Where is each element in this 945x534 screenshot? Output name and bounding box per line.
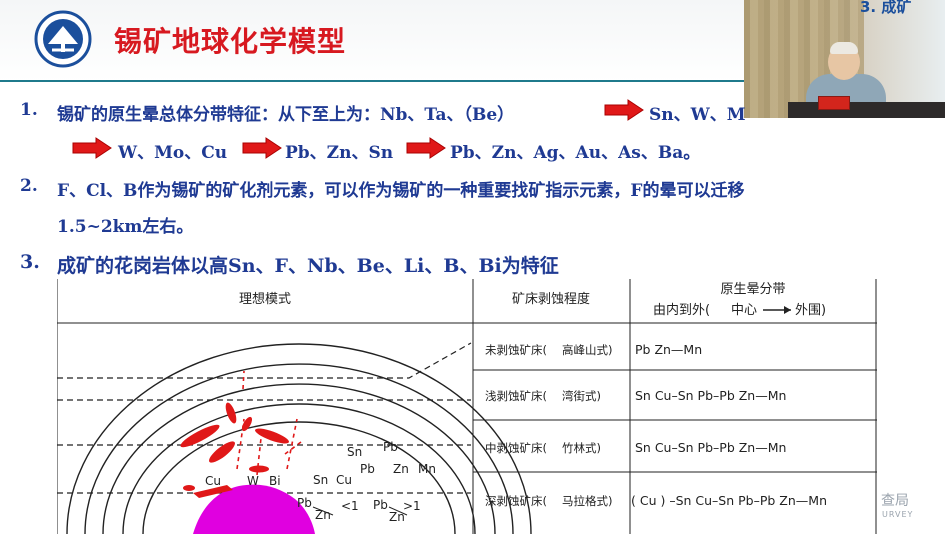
watermark-subtext: URVEY (882, 510, 914, 519)
row-3-erosion: 中剥蚀矿床( (485, 441, 547, 455)
right-arrow-icon (604, 99, 644, 121)
row-4-example: 马拉格式) (562, 494, 613, 508)
point-1-sequence-b: W、Mo、Cu (118, 143, 228, 163)
label-w: W (247, 474, 259, 488)
point-3-text: 成矿的花岗岩体以高Sn、F、Nb、Be、Li、B、Bi为特征 (57, 255, 559, 277)
header-erosion: 矿床剥蚀程度 (512, 291, 590, 307)
row-2-example: 湾街式) (562, 389, 601, 403)
row-4-zoning: ( Cu ) –Sn Cu–Sn Pb–Pb Zn—Mn (631, 493, 827, 508)
label-lt-1: <1 (341, 499, 359, 513)
geological-survey-logo (34, 10, 92, 68)
right-arrow-icon (242, 137, 282, 159)
header-zoning-sub-b: 外围) (795, 303, 826, 318)
geochemical-model-figure: 理想模式 矿床剥蚀程度 原生晕分带 由内到外( 中心 外围) 未剥蚀矿床( 高峰… (57, 279, 877, 534)
label-pb-b: Pb (383, 440, 398, 454)
row-1-example: 高峰山式) (562, 343, 613, 357)
row-3-zoning: Sn Cu–Sn Pb–Pb Zn—Mn (635, 440, 786, 455)
point-2-line-2: 1.5~2km左右。 (57, 217, 194, 237)
model-table-svg: 理想模式 矿床剥蚀程度 原生晕分带 由内到外( 中心 外围) 未剥蚀矿床( 高峰… (57, 279, 877, 534)
label-bi: Bi (269, 474, 281, 488)
point-1-lead: 锡矿的原生晕总体分带特征：从下至上为：Nb、Ta、（Be） (57, 105, 515, 125)
header-zoning-sub-center: 中心 (731, 303, 757, 318)
speaker-video-overlay: 3. 成矿 (744, 0, 945, 118)
row-2-erosion: 浅剥蚀矿床( (485, 389, 547, 403)
point-3-number: 3. (20, 251, 40, 273)
point-2-line-1: F、Cl、B作为锡矿的矿化剂元素，可以作为锡矿的一种重要找矿指示元素，F的晕可以… (57, 181, 745, 201)
label-pb-d: Pb (373, 498, 388, 512)
label-zn-a: Zn (393, 462, 409, 476)
point-1-sequence-d: Pb、Zn、Ag、Au、As、Ba。 (450, 143, 701, 163)
speaker-hair (830, 42, 858, 54)
slide-title: 锡矿地球化学模型 (114, 25, 347, 58)
right-arrow-icon (72, 137, 112, 159)
point-1-sequence-c: Pb、Zn、Sn (285, 143, 394, 163)
header-zoning-sub-a: 由内到外( (653, 302, 710, 318)
watermark-text: 查局 (881, 493, 909, 509)
ore-lens-6 (249, 465, 269, 473)
row-3-example: 竹林式) (562, 441, 601, 455)
row-4-erosion: 深剥蚀矿床( (485, 494, 547, 508)
label-cu: Cu (205, 474, 221, 488)
speaker-nameplate (818, 96, 850, 110)
video-screen-text: 3. 成矿 (860, 0, 912, 16)
header-ideal-model: 理想模式 (239, 291, 291, 307)
row-1-erosion: 未剥蚀矿床( (485, 343, 547, 357)
label-cu-b: Cu (336, 473, 352, 487)
point-1-sequence-a: Sn、W、M (649, 105, 746, 125)
point-2-number: 2. (20, 176, 38, 196)
label-pb-c: Pb (297, 496, 312, 510)
label-zn-b: Zn (315, 508, 331, 522)
label-pb-a: Pb (360, 462, 375, 476)
right-arrow-icon (406, 137, 446, 159)
row-2-zoning: Sn Cu–Sn Pb–Pb Zn—Mn (635, 388, 786, 403)
ore-lens-7 (183, 485, 195, 491)
header-zoning: 原生晕分带 (720, 282, 785, 297)
label-sn-a: Sn (313, 473, 328, 487)
row-1-zoning: Pb Zn—Mn (635, 342, 702, 357)
point-1-number: 1. (20, 100, 38, 120)
label-sn-b: Sn (347, 445, 362, 459)
label-gt-1: >1 (403, 499, 421, 513)
label-mn: Mn (418, 462, 436, 476)
podium (788, 102, 945, 118)
